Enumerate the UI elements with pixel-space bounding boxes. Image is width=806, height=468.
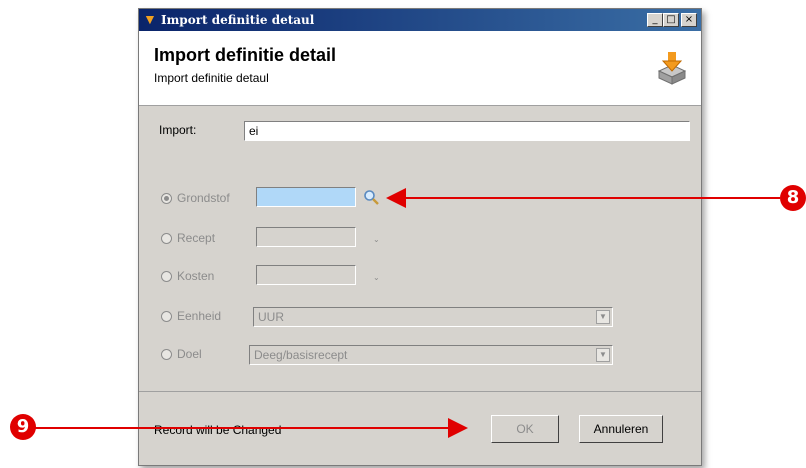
cancel-button[interactable]: Annuleren <box>579 415 663 443</box>
callout-9-arrowhead-icon <box>448 418 468 438</box>
status-text: Record will be Changed <box>154 423 282 437</box>
eenheid-dropdown-icon[interactable]: ▼ <box>596 310 610 324</box>
radio-doel[interactable] <box>161 349 172 360</box>
radio-recept[interactable] <box>161 233 172 244</box>
callout-8-arrowhead-icon <box>386 188 406 208</box>
dialog-header: Import definitie detail Import definitie… <box>139 31 701 106</box>
recept-label: Recept <box>177 231 216 245</box>
search-icon[interactable] <box>363 189 379 205</box>
doel-dropdown-icon[interactable]: ▼ <box>596 348 610 362</box>
eenheid-value: UUR <box>258 310 284 324</box>
window-title: Import definitie detaul <box>161 13 315 27</box>
close-button[interactable]: × <box>681 13 697 27</box>
kosten-lookup-icon: ⌄ <box>373 273 380 282</box>
kosten-label: Kosten <box>177 269 215 283</box>
radio-kosten[interactable] <box>161 271 172 282</box>
radio-grondstof[interactable] <box>161 193 172 204</box>
maximize-button[interactable]: □ <box>663 13 679 27</box>
eenheid-select[interactable]: UUR ▼ <box>253 307 613 327</box>
import-box-icon <box>657 52 687 85</box>
ok-button[interactable]: OK <box>491 415 559 443</box>
doel-value: Deeg/basisrecept <box>254 348 348 362</box>
dialog-window: ▼ Import definitie detaul _ □ × Import d… <box>138 8 702 466</box>
recept-field <box>256 227 356 247</box>
recept-lookup-icon: ⌄ <box>373 235 380 244</box>
doel-select[interactable]: Deeg/basisrecept ▼ <box>249 345 613 365</box>
header-title: Import definitie detail <box>154 45 337 65</box>
radio-eenheid[interactable] <box>161 311 172 322</box>
doel-label: Doel <box>177 347 202 361</box>
callout-8-arrow-line <box>402 197 780 199</box>
callout-9-arrow-line <box>34 427 454 429</box>
minimize-button[interactable]: _ <box>647 13 663 27</box>
eenheid-label: Eenheid <box>177 309 222 323</box>
title-bar[interactable]: ▼ Import definitie detaul _ □ × <box>139 9 701 31</box>
app-icon: ▼ <box>143 11 157 27</box>
import-field[interactable]: ei <box>244 121 690 141</box>
header-subtitle: Import definitie detaul <box>154 71 269 85</box>
grondstof-field[interactable] <box>256 187 356 207</box>
callout-9-badge: 9 <box>10 414 36 440</box>
kosten-field <box>256 265 356 285</box>
footer-divider <box>139 391 701 392</box>
callout-8-badge: 8 <box>780 185 806 211</box>
grondstof-label: Grondstof <box>177 191 230 205</box>
import-label: Import: <box>159 123 197 137</box>
